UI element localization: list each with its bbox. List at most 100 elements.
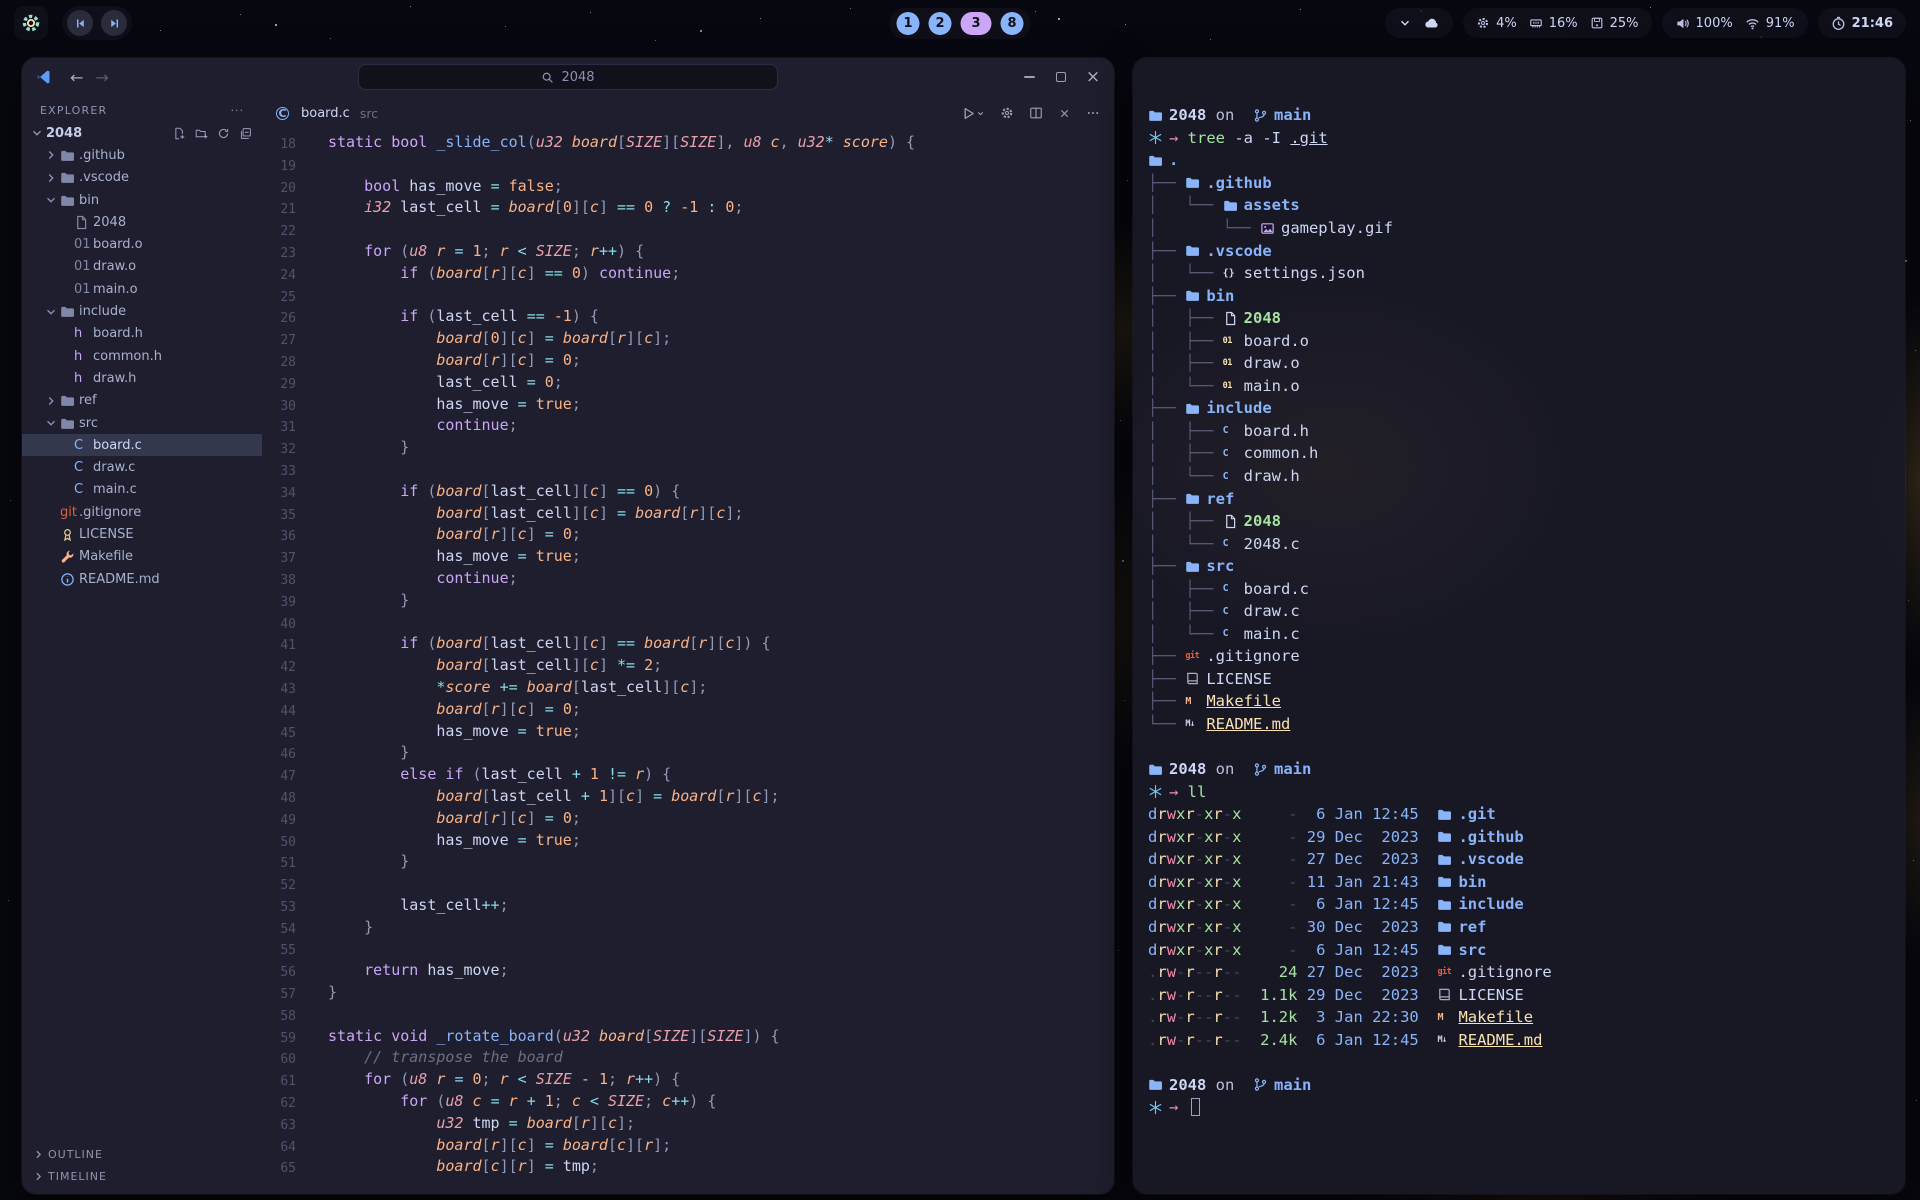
explorer-item-.gitignore[interactable]: git.gitignore bbox=[22, 501, 262, 523]
collapse-all-icon[interactable] bbox=[239, 127, 252, 140]
code-line: 51 } bbox=[262, 851, 1114, 873]
code-line: 28 board[r][c] = 0; bbox=[262, 350, 1114, 372]
weather-cloud-icon bbox=[1424, 15, 1440, 31]
bin-icon: 01 bbox=[74, 237, 93, 252]
explorer-item-bin[interactable]: bin bbox=[22, 189, 262, 211]
line-number: 29 bbox=[262, 372, 296, 394]
editor-titlebar[interactable]: ← → 2048 × bbox=[22, 58, 1114, 96]
maximize-button[interactable] bbox=[1054, 70, 1068, 84]
ll-entry-README.md: .rw-r--r-- 2.4k 6 Jan 12:45 M↓README.md bbox=[1148, 1028, 1889, 1051]
app-icon bbox=[36, 69, 52, 85]
chevron-right-icon bbox=[44, 171, 60, 185]
line-number: 52 bbox=[262, 873, 296, 895]
explorer-item-README.md[interactable]: README.md bbox=[22, 568, 262, 590]
split-editor-icon[interactable] bbox=[1029, 106, 1043, 120]
close-button[interactable]: × bbox=[1086, 70, 1100, 84]
command-center-search[interactable]: 2048 bbox=[358, 64, 778, 90]
c-language-icon: C bbox=[276, 107, 293, 120]
code-line: 46 } bbox=[262, 742, 1114, 764]
search-icon bbox=[541, 71, 554, 84]
new-file-icon[interactable] bbox=[173, 127, 186, 140]
tree-entry-draw.c: │ ├── Cdraw.c bbox=[1148, 600, 1889, 623]
editor-tabbar: C board.c src bbox=[262, 96, 1114, 130]
workspace-button-2[interactable]: 2 bbox=[929, 12, 952, 35]
branch-icon bbox=[1253, 108, 1274, 123]
line-number: 39 bbox=[262, 590, 296, 612]
line-number: 59 bbox=[262, 1026, 296, 1048]
minimize-button[interactable] bbox=[1022, 70, 1036, 84]
tree-entry-README.md: └── M↓README.md bbox=[1148, 713, 1889, 736]
bin-icon: 01 bbox=[74, 259, 93, 274]
explorer-item-board.o[interactable]: 01board.o bbox=[22, 233, 262, 255]
workspace-button-8[interactable]: 8 bbox=[1001, 12, 1024, 35]
line-number: 41 bbox=[262, 633, 296, 655]
new-folder-icon[interactable] bbox=[195, 127, 208, 140]
explorer-item-ref[interactable]: ref bbox=[22, 390, 262, 412]
tree-entry-main.o: │ └── 01main.o bbox=[1148, 375, 1889, 398]
workspace-button-3[interactable]: 3 bbox=[961, 12, 992, 35]
explorer-item-.vscode[interactable]: .vscode bbox=[22, 167, 262, 189]
folder-icon bbox=[1185, 401, 1206, 416]
folder-icon bbox=[60, 304, 79, 319]
code-line: 34 if (board[last_cell][c] == 0) { bbox=[262, 481, 1114, 503]
tab-board-c[interactable]: board.c bbox=[301, 106, 350, 121]
tree-entry-main.c: │ └── Cmain.c bbox=[1148, 623, 1889, 646]
workspace-button-1[interactable]: 1 bbox=[897, 12, 920, 35]
media-next-button[interactable] bbox=[101, 10, 127, 36]
outline-section[interactable]: OUTLINE bbox=[22, 1143, 262, 1165]
explorer-item-2048[interactable]: 2048 bbox=[22, 211, 262, 233]
refresh-icon[interactable] bbox=[217, 127, 230, 140]
nav-back-arrow[interactable]: ← bbox=[64, 68, 89, 87]
more-actions-icon[interactable] bbox=[1086, 106, 1100, 120]
line-number: 23 bbox=[262, 241, 296, 263]
explorer-item-main.c[interactable]: Cmain.c bbox=[22, 479, 262, 501]
tree-entry-bin: ├── bin bbox=[1148, 284, 1889, 307]
code-lines: 18static bool _slide_col(u32 board[SIZE]… bbox=[262, 132, 1114, 1178]
explorer-item-src[interactable]: src bbox=[22, 412, 262, 434]
line-number: 44 bbox=[262, 699, 296, 721]
line-number: 43 bbox=[262, 677, 296, 699]
explorer-item-draw.c[interactable]: Cdraw.c bbox=[22, 456, 262, 478]
explorer-more-icon[interactable]: ··· bbox=[231, 104, 245, 117]
explorer-root-folder[interactable]: 2048 bbox=[22, 122, 262, 144]
run-file-button[interactable] bbox=[961, 106, 985, 121]
explorer-item-draw.o[interactable]: 01draw.o bbox=[22, 256, 262, 278]
terminal-window[interactable]: 2048 on main→ tree -a -I .git.├── .githu… bbox=[1133, 58, 1905, 1194]
code-line: 20 bool has_move = false; bbox=[262, 176, 1114, 198]
launcher-button[interactable] bbox=[14, 6, 48, 40]
line-number: 63 bbox=[262, 1113, 296, 1135]
skip-back-icon bbox=[74, 17, 87, 30]
explorer-item-common.h[interactable]: hcommon.h bbox=[22, 345, 262, 367]
media-prev-button[interactable] bbox=[67, 10, 93, 36]
line-number: 54 bbox=[262, 917, 296, 939]
folder-icon bbox=[1437, 807, 1458, 822]
explorer-item-main.o[interactable]: 01main.o bbox=[22, 278, 262, 300]
line-number: 34 bbox=[262, 481, 296, 503]
timeline-section[interactable]: TIMELINE bbox=[22, 1166, 262, 1188]
settings-gear-icon[interactable] bbox=[1000, 106, 1014, 120]
code-line: 35 board[last_cell][c] = board[r][c]; bbox=[262, 503, 1114, 525]
explorer-item-board.c[interactable]: Cboard.c bbox=[22, 434, 262, 456]
tree-entry-ref: ├── ref bbox=[1148, 487, 1889, 510]
line-number: 42 bbox=[262, 655, 296, 677]
disk-icon bbox=[1590, 16, 1604, 30]
code-line: 23 for (u8 r = 1; r < SIZE; r++) { bbox=[262, 241, 1114, 263]
code-editor[interactable]: 18static bool _slide_col(u32 board[SIZE]… bbox=[262, 130, 1114, 1194]
nav-forward-arrow[interactable]: → bbox=[89, 68, 114, 87]
code-line: 43 *score += board[last_cell][c]; bbox=[262, 677, 1114, 699]
license-icon bbox=[60, 527, 79, 542]
explorer-item-LICENSE[interactable]: LICENSE bbox=[22, 523, 262, 545]
explorer-item-.github[interactable]: .github bbox=[22, 144, 262, 166]
line-number: 19 bbox=[262, 154, 296, 176]
explorer-item-Makefile[interactable]: Makefile bbox=[22, 546, 262, 568]
code-line: 57} bbox=[262, 982, 1114, 1004]
c-icon: C bbox=[74, 438, 93, 453]
explorer-item-draw.h[interactable]: hdraw.h bbox=[22, 367, 262, 389]
line-number: 32 bbox=[262, 437, 296, 459]
explorer-item-board.h[interactable]: hboard.h bbox=[22, 323, 262, 345]
close-tab-icon[interactable] bbox=[1058, 107, 1071, 120]
make-icon: M bbox=[1437, 1012, 1458, 1023]
explorer-item-include[interactable]: include bbox=[22, 300, 262, 322]
tray-weather-module[interactable] bbox=[1385, 8, 1453, 38]
line-number: 37 bbox=[262, 546, 296, 568]
